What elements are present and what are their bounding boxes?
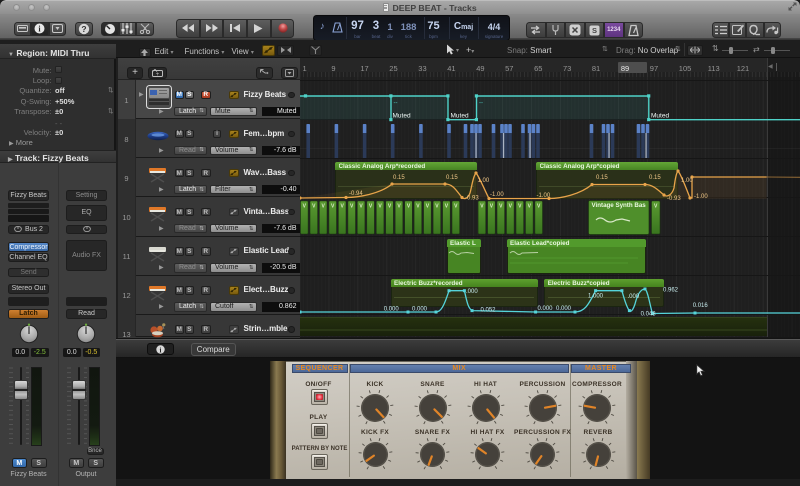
svg-text:1.00: 1.00 [478,178,490,184]
svg-text:0.962: 0.962 [663,288,679,294]
svg-text:Muted: Muted [451,113,469,120]
svg-text:--: -- [479,101,483,107]
svg-text:-1.00: -1.00 [537,193,551,199]
svg-text:0.15: 0.15 [446,175,458,181]
svg-text:.000: .000 [628,294,640,300]
svg-text:0.000: 0.000 [384,307,400,313]
svg-text:0.000: 0.000 [538,306,554,312]
svg-text:?: ? [81,24,86,34]
svg-text:0.048: 0.048 [641,312,657,318]
svg-text:-0.93: -0.93 [465,196,479,202]
svg-text:--: -- [394,101,398,107]
svg-text:0.15: 0.15 [393,175,405,181]
svg-text:-1.00: -1.00 [694,194,708,200]
svg-text:S: S [592,26,597,35]
svg-text:Muted: Muted [393,113,411,120]
svg-text:1.00: 1.00 [681,178,693,184]
svg-text:1.000: 1.000 [588,294,604,300]
svg-text:0.000: 0.000 [412,307,428,313]
svg-text:.000: .000 [466,289,478,295]
svg-text:-1.00: -1.00 [490,192,504,198]
svg-text:0.000: 0.000 [556,306,572,312]
svg-text:-0.94: -0.94 [349,191,363,197]
svg-text:0.052: 0.052 [481,308,497,314]
svg-text:0.016: 0.016 [693,303,709,309]
svg-text:+: + [155,71,159,76]
svg-text:i: i [160,346,162,354]
svg-text:Muted: Muted [651,113,669,120]
svg-text:0.15: 0.15 [649,175,661,181]
svg-text:0.15: 0.15 [596,175,608,181]
svg-text:-0.93: -0.93 [667,196,681,202]
